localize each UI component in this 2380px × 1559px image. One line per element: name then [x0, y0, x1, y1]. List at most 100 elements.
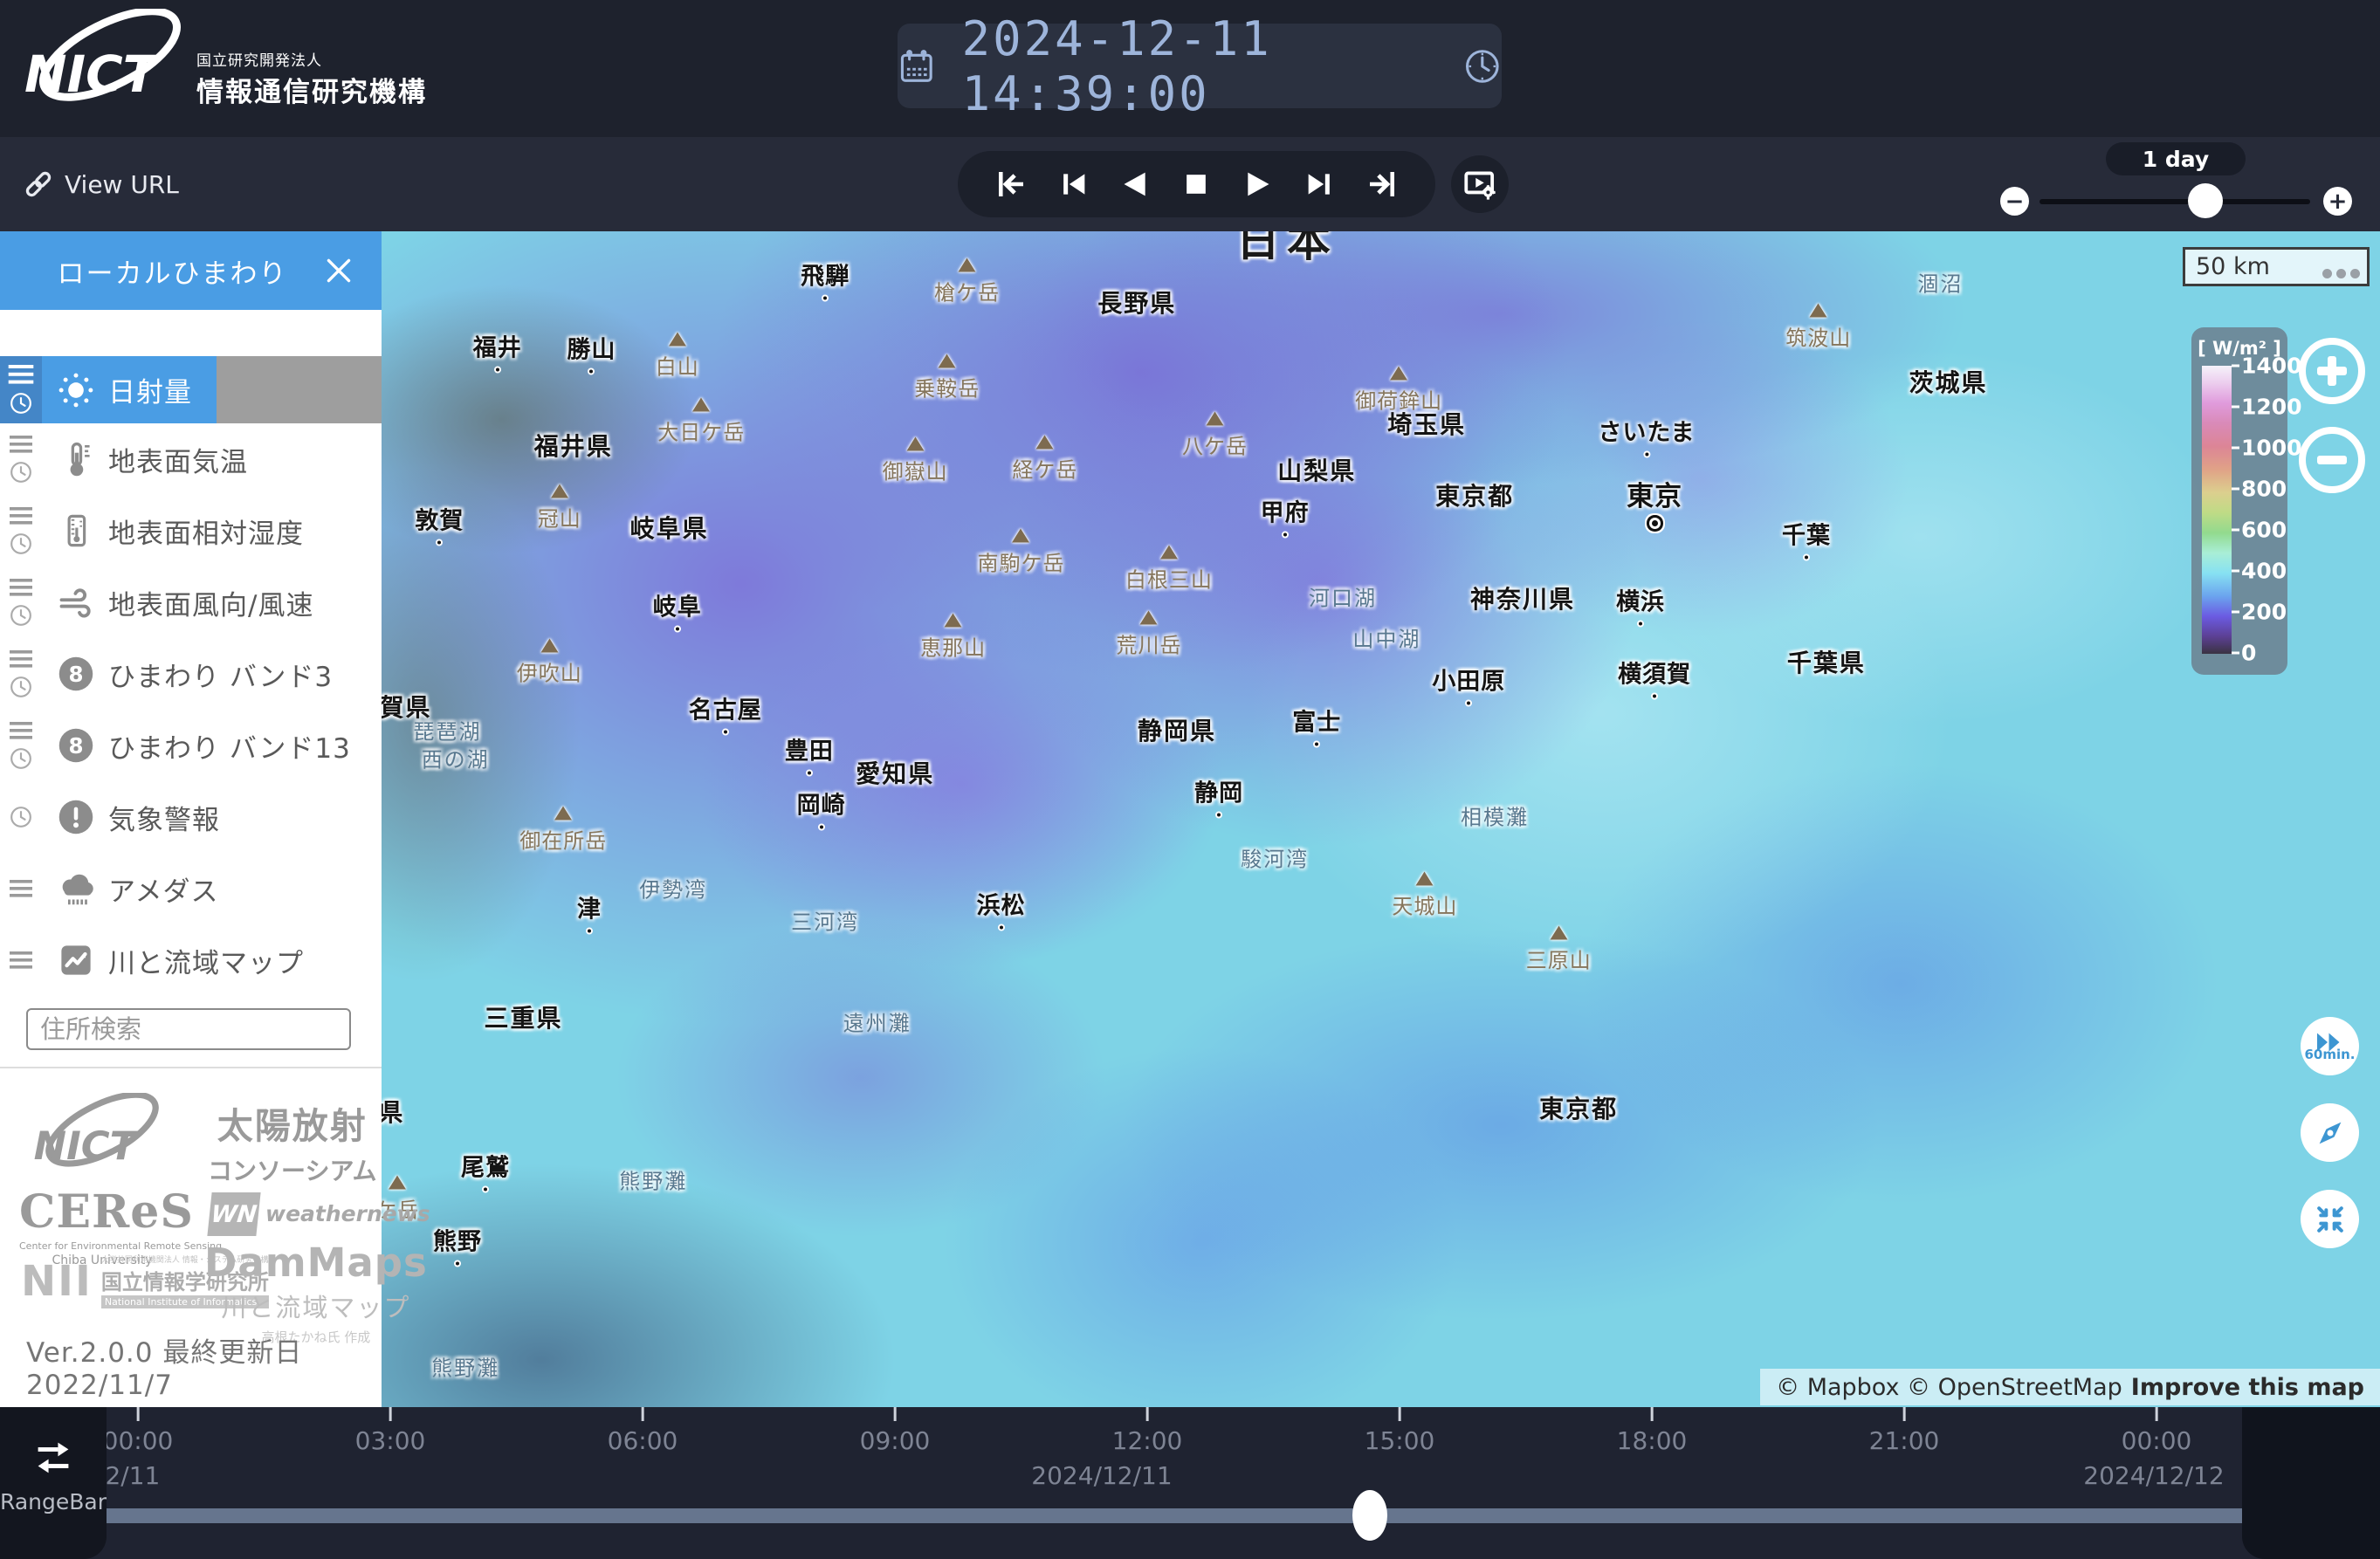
- layer-time-icon: [10, 806, 32, 828]
- animation-settings-button[interactable]: [1451, 155, 1509, 213]
- compass-button[interactable]: [2301, 1103, 2359, 1162]
- thermometer-icon: [56, 439, 96, 479]
- sidebar-item-weather-warning[interactable]: 気象警報: [0, 781, 382, 853]
- map-label: 日本: [1236, 231, 1338, 269]
- mountain-icon: [692, 398, 710, 412]
- map-label: 尾鷲: [461, 1149, 510, 1193]
- sidebar-item-himawari-band13[interactable]: 8 ひまわり バンド13: [0, 710, 382, 781]
- layer-list: 日射量 地表面気温: [0, 356, 382, 996]
- map-label: 荒川岳: [1116, 611, 1181, 659]
- clock-icon: [1463, 43, 1502, 90]
- map-label: 静岡: [1194, 773, 1243, 818]
- datetime-picker[interactable]: 2024-12-11 14:39:00: [898, 24, 1502, 108]
- range-slider-track[interactable]: [2040, 199, 2310, 204]
- map-label: 愛知県: [856, 755, 934, 790]
- city-dot-icon: [1465, 699, 1472, 706]
- sidebar-close-button[interactable]: [319, 251, 359, 291]
- svg-text:8: 8: [68, 733, 83, 759]
- timeline-handle[interactable]: [1352, 1490, 1387, 1541]
- map-label: 山梨県: [1277, 452, 1356, 487]
- header-bar: NICT 国立研究開発法人 情報通信研究機構 2024-12-11 14:39:…: [0, 0, 2380, 137]
- map-label: 東京: [1627, 474, 1682, 526]
- close-icon: [320, 252, 357, 289]
- color-legend: [ W/m² ] 1400 1200 1000: [2191, 327, 2287, 675]
- map-label: 豊田: [785, 732, 834, 777]
- toolbar: View URL: [0, 137, 2380, 231]
- skip-to-start-icon: [993, 166, 1029, 203]
- layer-menu-icon: [9, 951, 33, 969]
- map-label: 長野県: [1097, 285, 1176, 319]
- sidebar-header: ローカルひまわり: [0, 231, 382, 310]
- map-label: 津: [577, 889, 602, 934]
- compass-icon: [2312, 1115, 2349, 1151]
- rangebar-arrows-icon: [31, 1439, 75, 1477]
- tick-mark: [1145, 1407, 1148, 1421]
- tick-mark: [2155, 1407, 2157, 1421]
- mountain-icon: [1207, 412, 1224, 426]
- timeline-range-track[interactable]: [107, 1508, 2242, 1523]
- city-dot-icon: [674, 625, 681, 632]
- map-label: 県: [382, 1094, 404, 1129]
- map-label: 勝山: [567, 330, 616, 374]
- map-label: 槍ケ岳: [934, 258, 1000, 306]
- mountain-icon: [1160, 545, 1178, 559]
- sidebar-item-himawari-band3[interactable]: 8 ひまわり バンド3: [0, 638, 382, 710]
- collapse-arrows-icon: [2312, 1201, 2349, 1238]
- range-increase-button[interactable]: +: [2323, 187, 2352, 216]
- city-dot-icon: [454, 1260, 461, 1267]
- layer-label: ひまわり バンド3: [108, 655, 333, 694]
- timeline-tick: 09:00: [860, 1407, 931, 1455]
- layer-menu-icon: [9, 436, 33, 453]
- sidebar-item-surface-temperature[interactable]: 地表面気温: [0, 423, 382, 495]
- org-name-small: 国立研究開発法人: [196, 48, 427, 70]
- play-icon: [1241, 167, 1276, 202]
- layer-menu-icon: [8, 365, 34, 384]
- city-dot-icon: [822, 295, 829, 302]
- map-label: 恵那山: [920, 613, 986, 661]
- sidebar-item-solar-radiation[interactable]: 日射量: [0, 356, 382, 423]
- view-url-button[interactable]: View URL: [23, 137, 179, 231]
- sidebar-title: ローカルひまわり: [0, 251, 319, 291]
- sidebar-item-surface-wind[interactable]: 地表面風向/風速: [0, 567, 382, 638]
- map-zoom-out-button[interactable]: [2299, 427, 2365, 493]
- nict-logo: NICT 国立研究開発法人 情報通信研究機構: [23, 9, 427, 118]
- map-label: 福井: [473, 329, 522, 374]
- sidebar-item-surface-humidity[interactable]: 地表面相対湿度: [0, 495, 382, 567]
- address-search-input[interactable]: [26, 1008, 351, 1050]
- map-label: 東京都: [1539, 1090, 1618, 1125]
- map-label: 小田原: [1432, 662, 1505, 706]
- play-button[interactable]: [1239, 165, 1277, 203]
- step-backward-button[interactable]: [1054, 165, 1092, 203]
- rangebar-toggle-button[interactable]: RangeBar: [0, 1407, 107, 1559]
- fast-forward-label: 60min.: [2304, 1047, 2355, 1062]
- stop-button[interactable]: [1177, 165, 1215, 203]
- layer-menu-icon: [9, 650, 33, 668]
- map-canvas[interactable]: 日本 飛騨 槍ケ岳 長野県: [382, 231, 2380, 1407]
- fast-forward-60min-button[interactable]: 60min.: [2301, 1017, 2359, 1075]
- map-attribution: © Mapbox © OpenStreetMap Improve this ma…: [1760, 1369, 2380, 1405]
- step-forward-button[interactable]: [1301, 165, 1339, 203]
- range-slider-handle[interactable]: [2188, 183, 2223, 218]
- city-dot-icon: [1803, 553, 1810, 560]
- layer-menu-icon: [9, 880, 33, 897]
- city-dot-icon: [722, 729, 729, 736]
- city-dot-icon: [586, 927, 593, 934]
- skip-to-end-button[interactable]: [1363, 165, 1401, 203]
- version-text: Ver.2.0.0 最終更新日 2022/11/7: [26, 1330, 382, 1401]
- recenter-button[interactable]: [2301, 1190, 2359, 1248]
- skip-to-start-button[interactable]: [992, 165, 1030, 203]
- sidebar-item-river-basin-map[interactable]: 川と流域マップ: [0, 924, 382, 996]
- range-decrease-button[interactable]: −: [2000, 187, 2029, 216]
- sidebar-item-amedas[interactable]: アメダス: [0, 853, 382, 924]
- map-label: 千葉県: [1787, 644, 1866, 679]
- tick-mark: [1902, 1407, 1905, 1421]
- play-reverse-button[interactable]: [1116, 165, 1154, 203]
- map-zoom-in-button[interactable]: [2299, 338, 2365, 404]
- layer-label: 日射量: [108, 370, 192, 409]
- timeline-tick: 06:00: [608, 1407, 678, 1455]
- tick-mark: [893, 1407, 896, 1421]
- map-label: 横須賀: [1618, 655, 1691, 699]
- improve-map-link[interactable]: Improve this map: [2131, 1374, 2364, 1401]
- map-label: 飛騨: [801, 258, 850, 302]
- layer-label: 地表面相対湿度: [108, 512, 304, 551]
